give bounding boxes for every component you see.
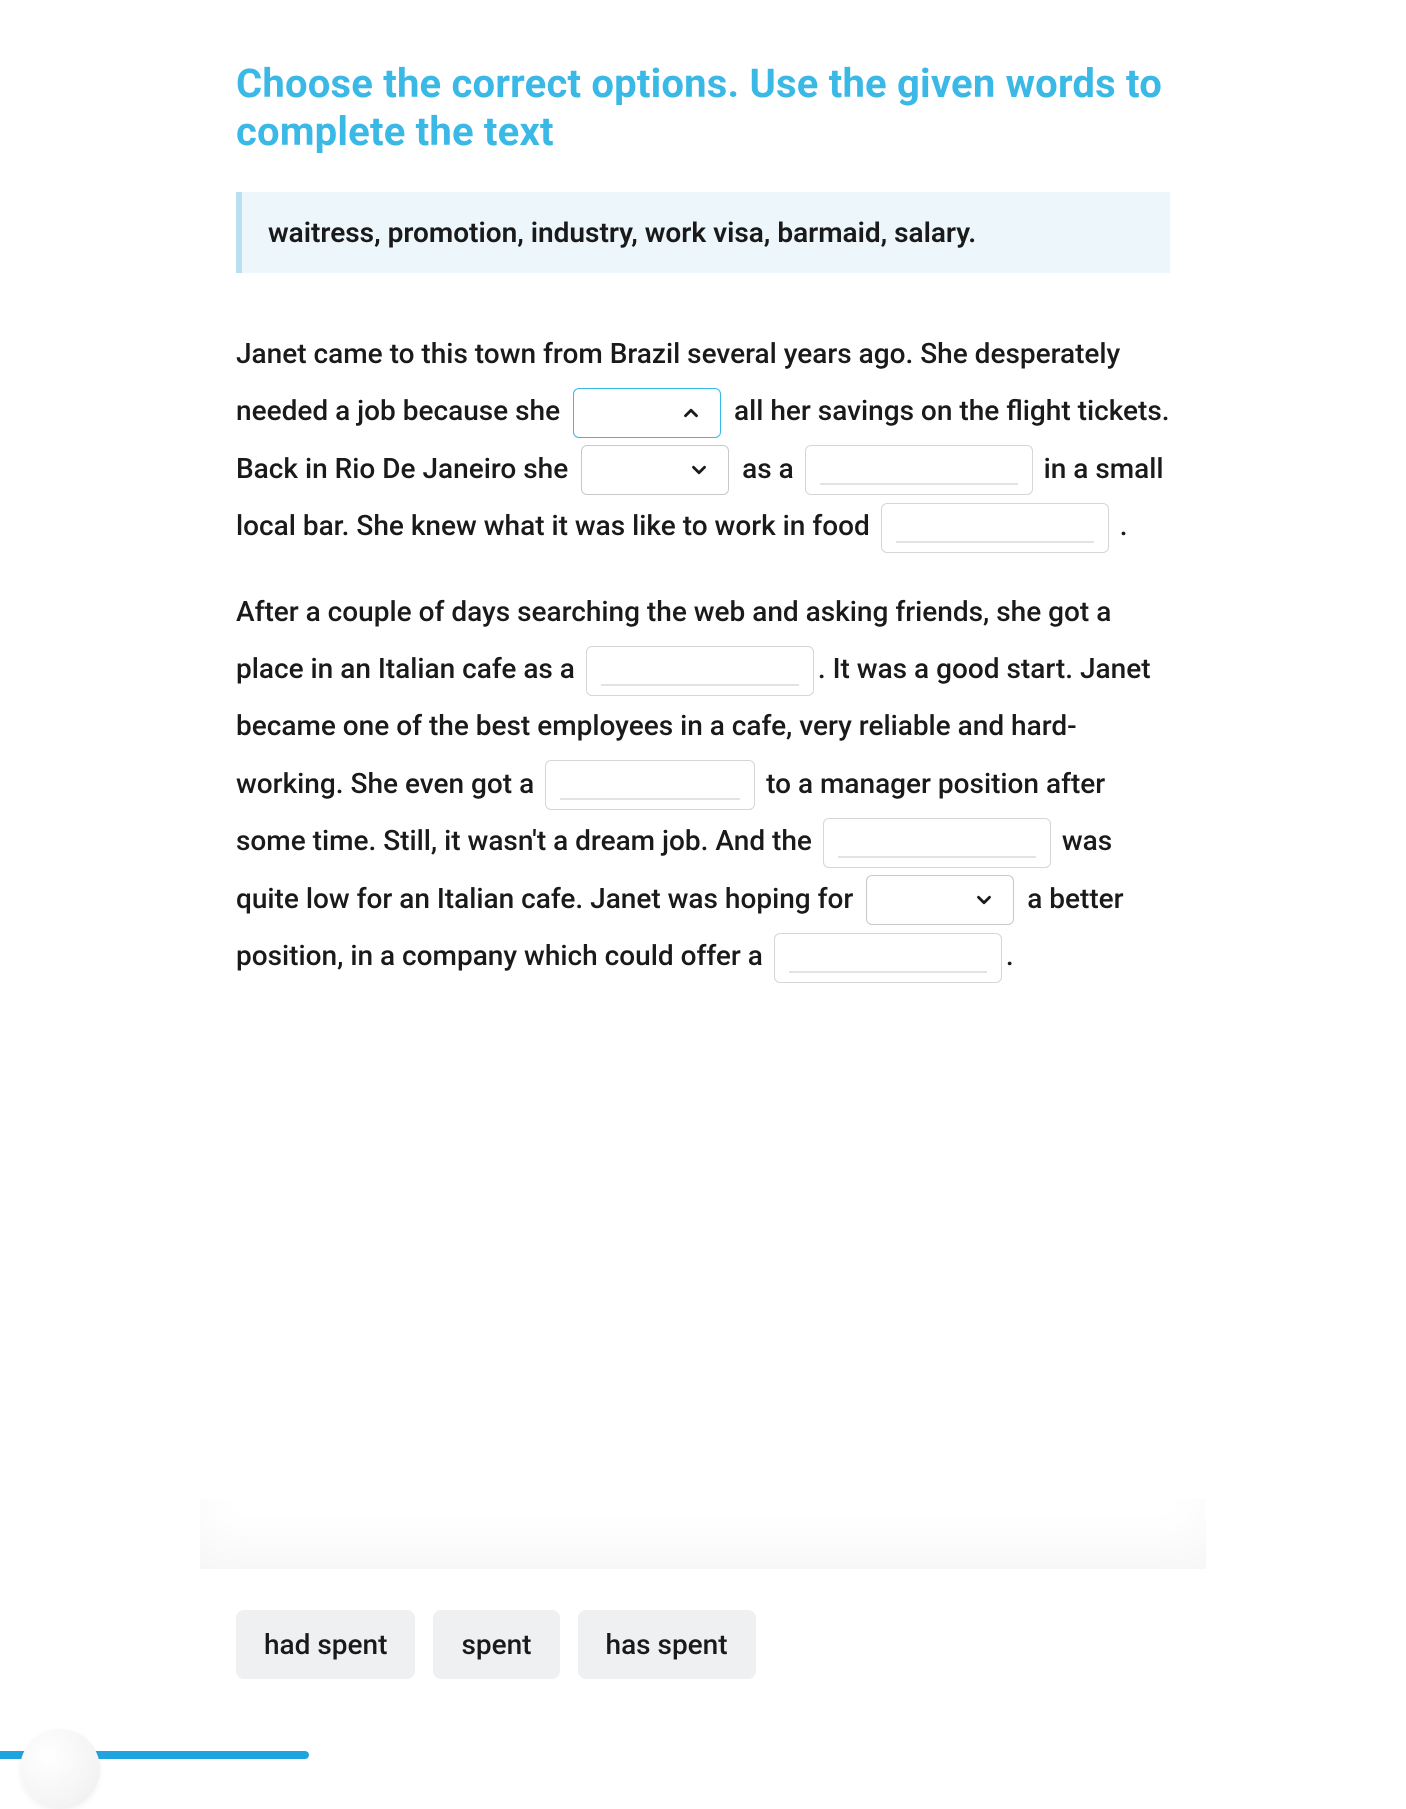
fill-blank-3[interactable] [586,646,814,696]
paragraph-1: Janet came to this town from Brazil seve… [236,325,1170,440]
fill-blank-1[interactable] [805,445,1033,495]
option-chip[interactable]: spent [433,1610,559,1679]
option-chip[interactable]: had spent [236,1610,415,1679]
answer-options: had spent spent has spent [236,1610,756,1679]
wordbank: waitress, promotion, industry, work visa… [236,192,1170,273]
chevron-down-icon [688,459,710,481]
fill-blank-4[interactable] [545,760,755,810]
dropdown-1[interactable] [573,388,721,438]
paragraph-3: After a couple of days searching the web… [236,583,1170,985]
text-fragment: as a [735,452,800,485]
answers-panel-shadow [200,1499,1206,1569]
exercise-page: Choose the correct options. Use the give… [0,0,1406,1779]
exercise-title: Choose the correct options. Use the give… [236,60,1170,156]
option-chip[interactable]: has spent [578,1610,756,1679]
text-fragment: . [1113,509,1128,542]
fill-blank-2[interactable] [881,503,1109,553]
text-fragment: all her savings on the flight tickets. [727,394,1169,427]
chevron-up-icon [680,402,702,424]
dropdown-3[interactable] [866,875,1014,925]
help-button[interactable] [20,1729,100,1809]
text-fragment: Back in Rio De Janeiro she [236,452,575,485]
chevron-down-icon [973,889,995,911]
dropdown-2[interactable] [581,445,729,495]
fill-blank-6[interactable] [774,933,1002,983]
exercise-text: Janet came to this town from Brazil seve… [236,325,1170,984]
fill-blank-5[interactable] [823,818,1051,868]
text-fragment: . [1006,939,1014,972]
paragraph-2: Back in Rio De Janeiro she as a in a sma… [236,440,1170,555]
